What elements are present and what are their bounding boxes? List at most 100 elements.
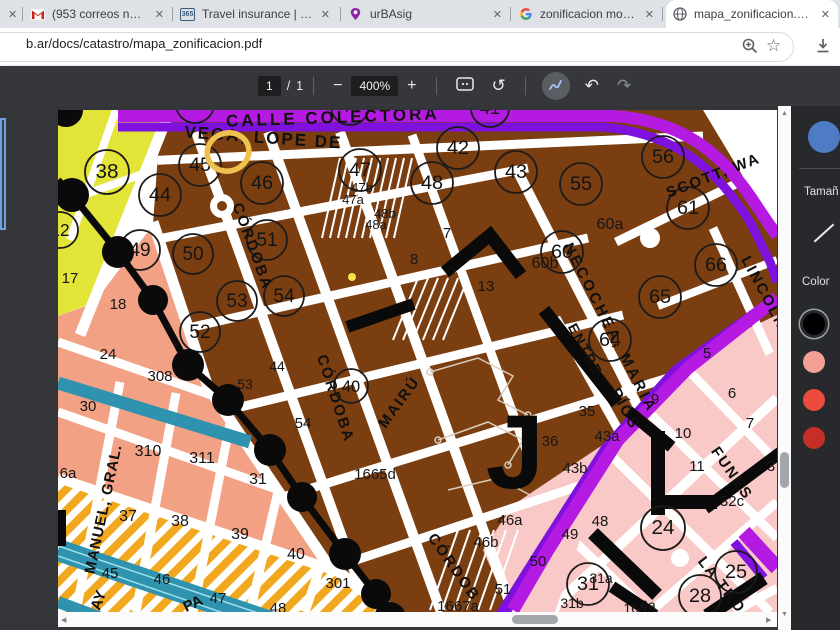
color-swatch-darkred[interactable] — [803, 427, 825, 449]
parcel-number: 6a — [60, 465, 77, 482]
tab-travel-insurance[interactable]: 365 Travel insurance | Make yo ✕ — [176, 0, 336, 28]
parcel-number: 51 — [495, 581, 512, 598]
parcel-number: 17 — [62, 270, 79, 287]
zone-number: 47 — [349, 159, 371, 181]
color-label: Color — [802, 276, 829, 288]
zone-number: 46 — [251, 172, 273, 194]
tab-active-pdf[interactable]: mapa_zonificacion.pdf ✕ — [666, 0, 838, 28]
tab-urbasig[interactable]: urBAsig ✕ — [344, 0, 508, 28]
toolbar-divider — [436, 77, 437, 95]
color-swatch-salmon[interactable] — [803, 351, 825, 373]
tab-close-icon[interactable]: ✕ — [819, 8, 832, 21]
size-label: Tamañ — [804, 186, 839, 198]
zoom-level-input[interactable]: 400% — [351, 76, 398, 96]
tab-google-search[interactable]: zonificacion moreno r4b a ✕ — [514, 0, 660, 28]
tab-title: mapa_zonificacion.pdf — [694, 7, 813, 21]
parcel-number: 5 — [703, 345, 711, 362]
parcel-number: 46b — [473, 534, 498, 551]
zone-number: 41 — [480, 110, 500, 118]
parcel-number: 37 — [119, 508, 137, 525]
tab-separator — [340, 7, 341, 21]
scroll-down-arrow[interactable]: ▼ — [781, 611, 788, 618]
tab-separator — [172, 7, 173, 21]
undo-button[interactable]: ↶ — [576, 76, 608, 96]
annotation-side-panel: Tamañ Color — [791, 106, 840, 630]
color-swatch-black[interactable] — [803, 313, 825, 335]
toolbar-divider — [525, 77, 526, 95]
parcel-number: 6a — [640, 597, 656, 612]
vertical-scrollbar[interactable]: ▲ ▼ — [778, 106, 791, 630]
parcel-number: 11 — [689, 458, 705, 475]
parcel-number: 24 — [100, 346, 117, 363]
page-separator: / — [287, 79, 290, 93]
zone-number: 61 — [677, 197, 699, 219]
fit-page-button[interactable] — [447, 77, 483, 96]
parcel-number: 301 — [325, 575, 350, 592]
zone-number: 48 — [421, 172, 443, 194]
parcel-number: 13 — [478, 278, 495, 295]
pen-annotation-letter-j: J — [486, 394, 544, 511]
parcel-number: 18 — [110, 296, 127, 313]
zone-number: 43 — [505, 161, 527, 183]
browser-window: ✕ (953 correos no leídos) - m ✕ 365 Trav… — [0, 0, 840, 630]
pdf-page-canvas[interactable]: 3839404142434445464748555661606665644950… — [58, 110, 777, 612]
parcel-number: 48 — [592, 513, 609, 530]
page-number-input[interactable]: 1 — [258, 76, 281, 96]
tab-close-icon[interactable]: ✕ — [6, 8, 19, 21]
tab-title: urBAsig — [370, 7, 491, 21]
color-swatch-red[interactable] — [803, 389, 825, 411]
parcel-number: 47a — [342, 192, 364, 207]
parcel-number: 30 — [80, 398, 97, 415]
parcel-number: 7 — [443, 225, 451, 242]
tab-separator — [22, 7, 23, 21]
pdf-viewer-area: 3839404142434445464748555661606665644950… — [0, 106, 840, 630]
url-text[interactable]: b.ar/docs/catastro/mapa_zonificacion.pdf — [26, 36, 262, 51]
tab-close-icon[interactable]: ✕ — [643, 8, 656, 21]
bookmark-star-icon[interactable]: ☆ — [766, 37, 784, 55]
zone-number: 28 — [689, 585, 711, 607]
scroll-right-arrow[interactable]: ▶ — [766, 616, 771, 624]
parcel-number: 46 — [154, 571, 171, 588]
zoom-in-page-icon[interactable] — [741, 37, 759, 55]
panel-divider — [799, 168, 840, 169]
omnibox-row: b.ar/docs/catastro/mapa_zonificacion.pdf… — [0, 28, 840, 66]
globe-icon — [672, 7, 687, 22]
zone-number: 24 — [651, 516, 674, 539]
parcel-number: 45 — [102, 565, 119, 582]
rotate-button[interactable]: ↺ — [483, 76, 515, 96]
zoom-out-button[interactable]: − — [324, 77, 351, 95]
vertical-scroll-thumb[interactable] — [780, 452, 789, 488]
parcel-number: 31a — [589, 570, 613, 586]
parcel-number: 43a — [594, 428, 620, 445]
parcel-number: 35 — [579, 403, 596, 420]
zoom-in-button[interactable]: + — [398, 77, 425, 95]
tab-gmail[interactable]: (953 correos no leídos) - m ✕ — [26, 0, 170, 28]
download-icon[interactable] — [814, 37, 832, 55]
parcel-number: 308 — [147, 368, 172, 385]
toolbar-divider — [313, 77, 314, 95]
annotate-pen-button-active[interactable] — [542, 72, 570, 100]
thumbnail-panel-edge[interactable] — [0, 118, 6, 230]
page-total: 1 — [296, 79, 303, 93]
parcel-number: 47 — [210, 590, 227, 607]
tab-close-icon[interactable]: ✕ — [491, 8, 504, 21]
horizontal-scroll-thumb[interactable] — [512, 615, 558, 624]
parcel-number: 31 — [249, 471, 267, 488]
tab-title: (953 correos no leídos) - m — [52, 7, 147, 21]
tab-title: zonificacion moreno r4b a — [540, 7, 637, 21]
pen-tool-color-preview[interactable] — [808, 121, 840, 153]
scroll-up-arrow[interactable]: ▲ — [781, 110, 788, 117]
stroke-size-option[interactable] — [814, 224, 835, 243]
horizontal-scrollbar[interactable]: ◀ ▶ — [58, 612, 777, 627]
redo-button[interactable]: ↷ — [608, 76, 640, 96]
tab-separator — [662, 7, 663, 21]
tab-separator — [510, 7, 511, 21]
parcel-number: 310 — [135, 443, 162, 460]
scroll-left-arrow[interactable]: ◀ — [61, 616, 66, 624]
tab-partial[interactable]: ✕ — [0, 0, 22, 28]
parcel-number: 10 — [675, 425, 692, 442]
office365-icon: 365 — [180, 8, 195, 21]
zone-number: 38 — [95, 160, 118, 183]
tab-close-icon[interactable]: ✕ — [153, 8, 166, 21]
tab-close-icon[interactable]: ✕ — [319, 8, 332, 21]
